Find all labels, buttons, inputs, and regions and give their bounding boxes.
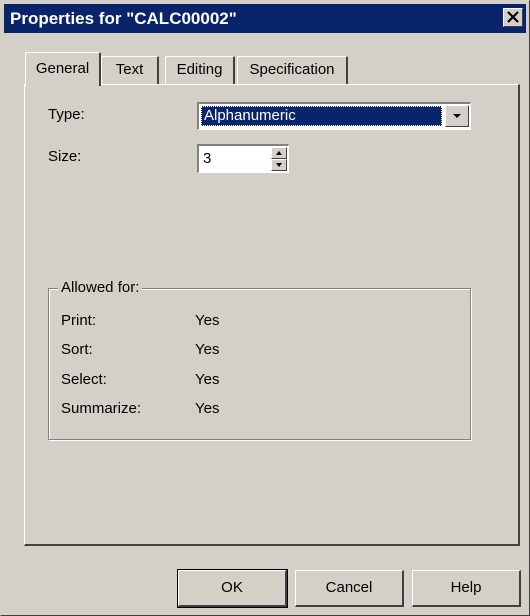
cancel-button[interactable]: Cancel [295, 570, 404, 607]
dialog-title: Properties for "CALC00002" [10, 9, 237, 28]
allowed-for-group [48, 288, 471, 440]
sort-label: Sort: [61, 341, 93, 358]
tab-text[interactable]: Text [101, 56, 159, 84]
dropdown-arrow-button[interactable] [445, 105, 469, 127]
ok-button[interactable]: OK [177, 569, 288, 608]
chevron-down-icon [453, 114, 461, 118]
allowed-for-legend: Allowed for: [58, 279, 143, 297]
title-bar[interactable]: Properties for "CALC00002" [4, 4, 526, 33]
spin-down-button[interactable] [271, 159, 287, 171]
spin-up-button[interactable] [271, 147, 287, 159]
select-value: Yes [195, 371, 220, 388]
select-label: Select: [61, 371, 107, 388]
print-label: Print: [61, 312, 97, 329]
tab-specification-label: Specification [249, 61, 335, 78]
summarize-value: Yes [195, 400, 220, 417]
type-label: Type: [48, 106, 85, 123]
properties-dialog: Properties for "CALC00002" General Text … [0, 0, 530, 616]
help-button[interactable]: Help [412, 570, 521, 607]
close-icon[interactable] [503, 8, 523, 27]
sort-value: Yes [195, 341, 220, 358]
help-button-label: Help [450, 579, 482, 596]
size-spinner[interactable]: 3 [197, 144, 289, 173]
arrow-down-icon [276, 163, 282, 167]
type-dropdown-value: Alphanumeric [201, 106, 442, 126]
tab-editing[interactable]: Editing [165, 56, 235, 84]
arrow-up-icon [276, 151, 282, 155]
tab-specification[interactable]: Specification [237, 56, 348, 84]
type-dropdown[interactable]: Alphanumeric [197, 102, 471, 130]
size-value: 3 [203, 150, 212, 167]
print-value: Yes [195, 312, 220, 329]
cancel-button-label: Cancel [325, 579, 373, 596]
ok-button-label: OK [221, 579, 243, 596]
summarize-label: Summarize: [61, 400, 142, 417]
tab-text-label: Text [115, 61, 144, 78]
tab-general[interactable]: General [25, 52, 101, 86]
tab-editing-label: Editing [176, 61, 223, 78]
tab-general-label: General [35, 60, 90, 77]
size-label: Size: [48, 148, 82, 165]
